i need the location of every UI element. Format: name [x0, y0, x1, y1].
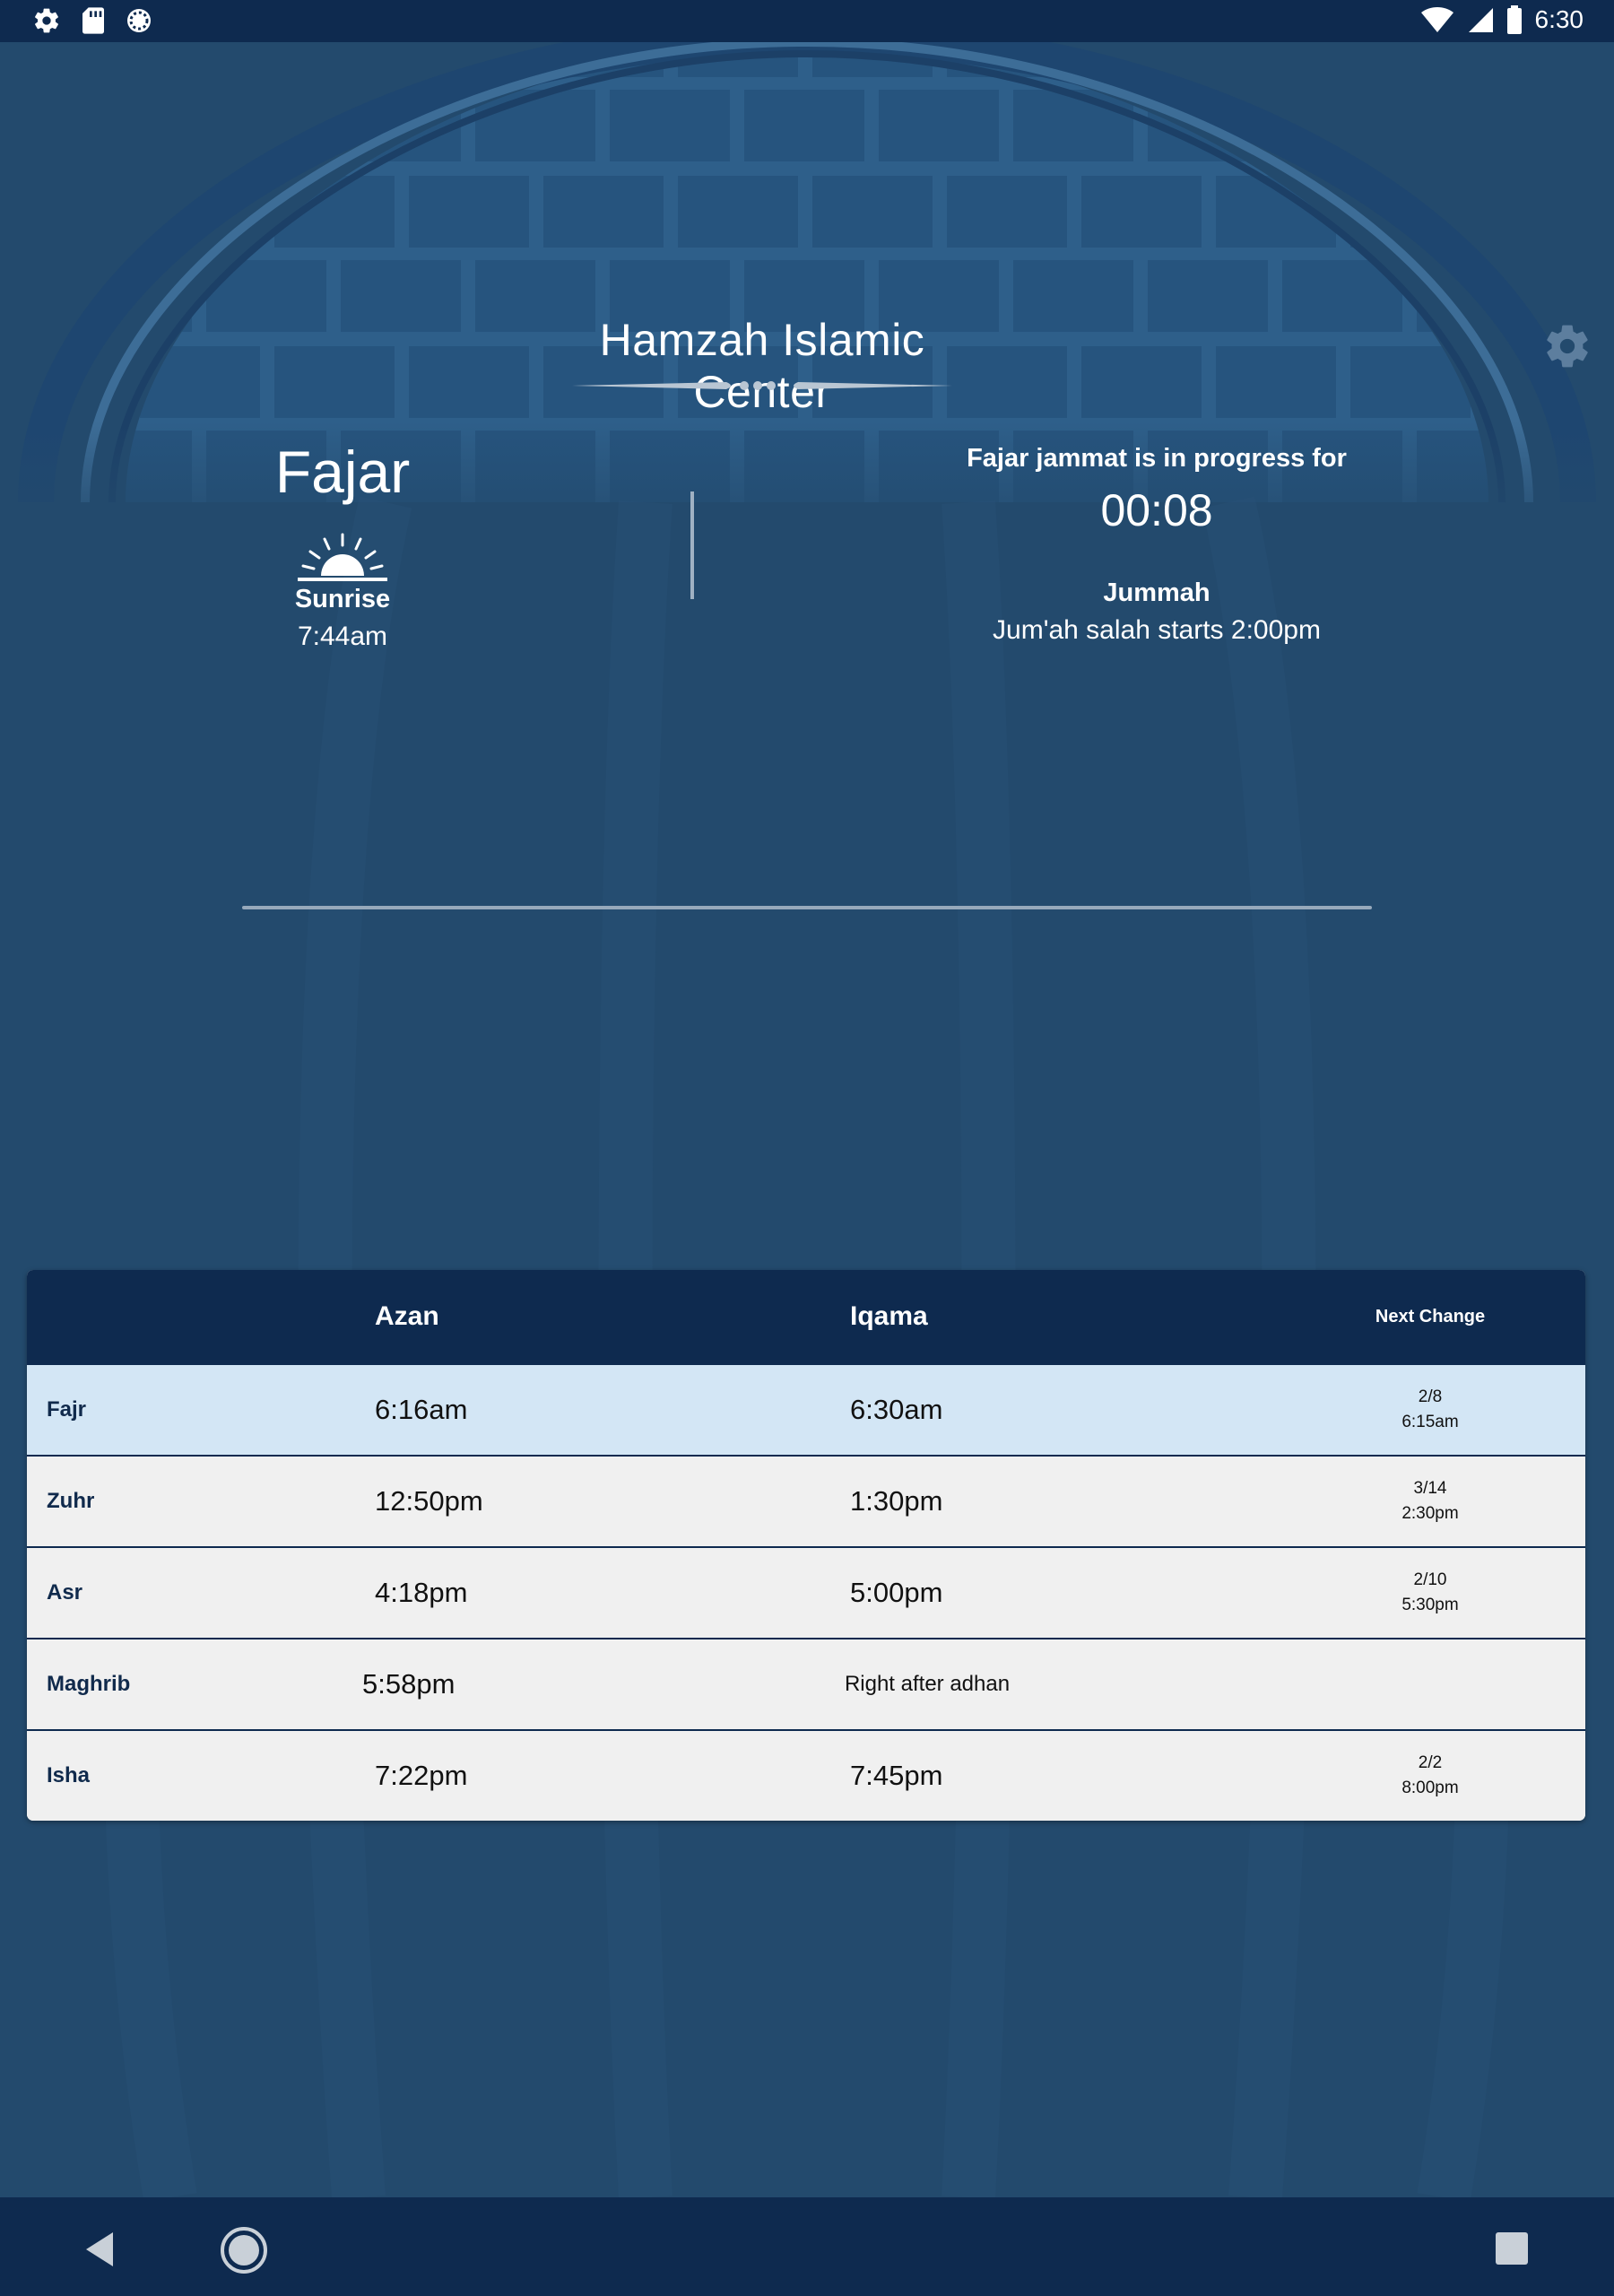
next-change: 3/14 2:30pm [1363, 1476, 1497, 1526]
table-row-fajr: Fajr 6:16am 6:30am 2/8 6:15am [27, 1363, 1585, 1455]
jammat-countdown: 00:08 [1100, 485, 1213, 535]
next-change-date: 2/2 [1418, 1753, 1443, 1772]
table-row-maghrib: Maghrib 5:58pm Right after adhan [27, 1638, 1585, 1729]
status-time: 6:30 [1534, 5, 1584, 33]
jummah-title: Jummah [1103, 578, 1210, 607]
azan-time: 7:22pm [375, 1760, 468, 1791]
iqama-time: 6:30am [850, 1394, 943, 1425]
table-row-isha: Isha 7:22pm 7:45pm 2/2 8:00pm [27, 1729, 1585, 1821]
iqama-time: 7:45pm [850, 1760, 943, 1791]
azan-time: 6:16am [375, 1394, 468, 1425]
next-change-date: 2/10 [1413, 1570, 1447, 1589]
next-change: 2/2 8:00pm [1363, 1751, 1497, 1801]
sunrise-label: Sunrise [294, 585, 391, 613]
current-prayer-name: Fajar [274, 439, 411, 505]
sunrise-icon [298, 533, 387, 581]
jummah-text: Jum'ah salah starts 2:00pm [993, 615, 1321, 645]
next-change-time: 6:15am [1401, 1413, 1459, 1431]
iqama-time: 5:00pm [850, 1577, 943, 1608]
azan-time: 12:50pm [375, 1485, 483, 1517]
recent-apps-icon[interactable] [1496, 2232, 1528, 2265]
header-azan: Azan [375, 1301, 439, 1331]
sunrise-time: 7:44am [297, 622, 388, 651]
iqama-time: 1:30pm [850, 1485, 943, 1517]
status-bar-system: 6:30 [1420, 5, 1584, 34]
header-next-change: Next Change [1375, 1307, 1486, 1326]
prayer-name: Asr [47, 1580, 83, 1605]
jammat-progress-label: Fajar jammat is in progress for [967, 444, 1347, 473]
table-row-zuhr: Zuhr 12:50pm 1:30pm 3/14 2:30pm [27, 1455, 1585, 1546]
page-title: Hamzah Islamic Center [599, 315, 925, 417]
header-iqama: Iqama [850, 1301, 928, 1331]
wifi-icon [1420, 7, 1453, 32]
gear-icon[interactable] [1542, 321, 1592, 371]
battery-icon [1506, 5, 1522, 34]
next-change-time: 8:00pm [1401, 1779, 1459, 1797]
next-change: 2/10 5:30pm [1363, 1568, 1497, 1618]
prayer-name: Maghrib [47, 1672, 131, 1696]
navigation-bar [0, 2197, 1614, 2296]
next-change: 2/8 6:15am [1363, 1385, 1497, 1435]
table-row-asr: Asr 4:18pm 5:00pm 2/10 5:30pm [27, 1546, 1585, 1638]
table-header: Azan Iqama Next Change [27, 1270, 1585, 1363]
settings-icon [35, 8, 58, 33]
status-bar-notifications [32, 6, 152, 35]
sync-icon [127, 9, 151, 32]
signal-icon [1468, 8, 1493, 32]
home-icon[interactable] [220, 2226, 268, 2274]
next-change-time: 2:30pm [1401, 1504, 1459, 1523]
prayer-name: Fajr [47, 1397, 87, 1422]
title-ornament [572, 381, 952, 390]
azan-time: 4:18pm [375, 1577, 468, 1608]
prayer-name: Isha [47, 1763, 91, 1787]
vertical-divider [690, 491, 694, 599]
iqama-time: Right after adhan [844, 1672, 1011, 1696]
azan-time: 5:58pm [362, 1668, 456, 1700]
back-icon[interactable] [82, 2231, 117, 2268]
status-bar: 6:30 [0, 0, 1614, 42]
sd-card-icon [82, 7, 104, 34]
prayer-times-table: Azan Iqama Next Change Fajr 6:16am 6:30a… [27, 1270, 1585, 1821]
horizontal-divider [242, 906, 1372, 909]
next-change-date: 3/14 [1413, 1479, 1447, 1498]
next-change-time: 5:30pm [1401, 1596, 1459, 1614]
next-change-date: 2/8 [1418, 1387, 1443, 1406]
prayer-name: Zuhr [47, 1489, 95, 1513]
